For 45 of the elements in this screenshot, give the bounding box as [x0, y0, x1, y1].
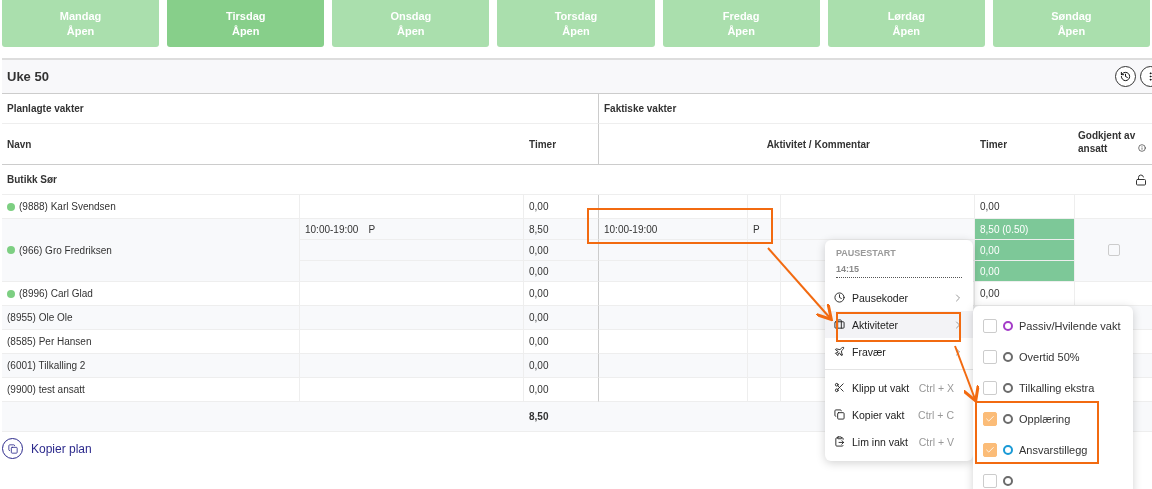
- table-cell: 0,00: [524, 240, 599, 261]
- employee-name: (966) Gro Fredriksen: [2, 219, 300, 282]
- copy-plan-link[interactable]: Kopier plan: [2, 438, 92, 459]
- menu-item[interactable]: Pausekoder: [825, 284, 973, 311]
- table-cell: 0,00: [524, 354, 599, 378]
- table-cell: 0,00: [524, 195, 599, 219]
- table-cell: 10:00-19:00: [599, 219, 748, 240]
- total-hours: 8,50: [524, 402, 599, 432]
- table-cell: 0,00: [524, 378, 599, 402]
- employee-name: (8585) Per Hansen: [2, 330, 300, 354]
- table-cell: 8,50: [524, 219, 599, 240]
- employee-name: (9900) test ansatt: [2, 378, 300, 402]
- menu-item[interactable]: Klipp ut vakt Ctrl + X: [825, 374, 973, 401]
- column-header: Timer: [524, 124, 599, 165]
- group-title: Butikk Sør: [7, 174, 57, 185]
- menu-item[interactable]: Aktiviteter: [825, 311, 973, 338]
- activity-label[interactable]: Overtid 50%: [1019, 350, 1080, 363]
- table-cell: P: [748, 219, 781, 240]
- activity-label[interactable]: Opplæring: [1019, 412, 1071, 425]
- table-cell: 0,00: [524, 306, 599, 330]
- employee-name: (6001) Tilkalling 2: [2, 354, 300, 378]
- column-header: Godkjent av ansatt: [1078, 129, 1136, 155]
- table-cell: 0,00: [975, 282, 1075, 306]
- planned-shift[interactable]: 10:00-19:00: [305, 223, 359, 235]
- employee-name: (8996) Carl Glad: [2, 282, 300, 306]
- activity-label[interactable]: Ansvarstillegg: [1019, 443, 1088, 456]
- table-cell: 0,00: [975, 195, 1075, 219]
- activity-label[interactable]: Passiv/Hvilende vakt: [1019, 319, 1121, 332]
- menu-item[interactable]: Kopier vakt Ctrl + C: [825, 401, 973, 428]
- employee-name: (9888) Karl Svendsen: [2, 195, 300, 219]
- menu-item[interactable]: Fravær: [825, 338, 973, 365]
- employee-name: (8955) Ole Ole: [2, 306, 300, 330]
- table-cell: 0,00: [975, 240, 1075, 261]
- table-cell: 0,00: [524, 330, 599, 354]
- menu-header: PAUSESTART: [836, 248, 896, 258]
- section-title: Planlagte vakter: [2, 94, 599, 124]
- table-cell: 0,00: [524, 282, 599, 306]
- shift-code: P: [368, 223, 376, 235]
- table-cell: 0,00: [524, 261, 599, 282]
- table-cell: 0,00: [975, 261, 1075, 282]
- week-title: Uke 50: [7, 69, 49, 84]
- menu-item[interactable]: Lim inn vakt Ctrl + V: [825, 428, 973, 455]
- activity-label[interactable]: Tilkalling ekstra: [1019, 381, 1095, 394]
- table-cell: 8,50 (0.50): [975, 219, 1075, 240]
- time-field[interactable]: 14:15: [836, 264, 962, 278]
